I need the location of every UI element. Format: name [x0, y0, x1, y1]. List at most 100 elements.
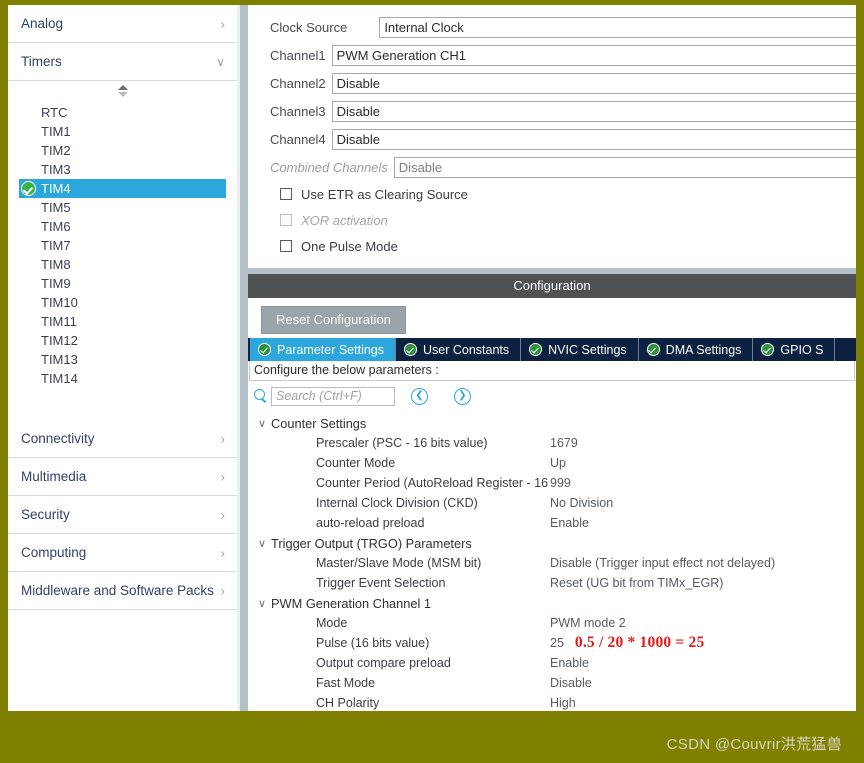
timer-item-rtc[interactable]: RTC: [8, 103, 237, 122]
timer-item-tim13[interactable]: TIM13: [8, 350, 237, 369]
sidebar-category-multimedia[interactable]: Multimedia ›: [8, 458, 237, 496]
param-value[interactable]: Up: [550, 456, 566, 470]
component-main-panel: Clock Source Internal Clock Channel1 PWM Ge…: [248, 5, 856, 711]
param-name: Prescaler (PSC - 16 bits value): [316, 436, 488, 450]
splitter-handle[interactable]: [240, 5, 248, 711]
chevron-right-icon[interactable]: ›: [221, 432, 225, 445]
mode-row-select-channel3[interactable]: Disable: [331, 100, 856, 122]
timer-item-tim8[interactable]: TIM8: [8, 255, 237, 274]
checkbox-row-one-pulse-mode[interactable]: One Pulse Mode: [248, 233, 856, 259]
chevron-down-icon[interactable]: ∨: [258, 537, 271, 550]
param-name: Pulse (16 bits value): [316, 636, 430, 650]
timer-item-tim2[interactable]: TIM2: [8, 141, 237, 160]
timer-item-tim9[interactable]: TIM9: [8, 274, 237, 293]
param-group-pwm-generation-channel-1[interactable]: ∨ PWM Generation Channel 1: [248, 593, 856, 613]
param-row-pulse-16-bits-value[interactable]: Pulse (16 bits value) 25 0.5 / 20 * 1000 =…: [248, 633, 856, 653]
tab-gpio-s[interactable]: GPIO S: [753, 338, 836, 361]
checkbox-use-etr-as-clearing-source[interactable]: [280, 188, 292, 200]
tab-nvic-settings[interactable]: NVIC Settings: [521, 338, 639, 361]
app-root: Analog › Timers ∨ RTC TIM1 TIM2 TIM3 TIM4 TIM5 TI…: [0, 0, 864, 763]
search-prev-button[interactable]: ❮: [411, 387, 428, 405]
chevron-right-icon[interactable]: ›: [221, 584, 225, 597]
mode-row-select-channel2[interactable]: Disable: [331, 72, 856, 94]
timer-item-label: TIM7: [41, 238, 71, 253]
param-name: Internal Clock Division (CKD): [316, 496, 478, 510]
param-value[interactable]: 1679: [550, 436, 578, 450]
param-row-counter-period-autoreload-register-16-bits-val[interactable]: Counter Period (AutoReload Register - 16…: [248, 473, 856, 493]
mode-row-clock-source: Clock Source Internal Clock: [248, 13, 856, 41]
sidebar-category-label: Connectivity: [21, 431, 95, 446]
param-group-counter-settings[interactable]: ∨ Counter Settings: [248, 413, 856, 433]
param-row-prescaler-psc-16-bits-value[interactable]: Prescaler (PSC - 16 bits value) 1679: [248, 433, 856, 453]
timer-item-tim10[interactable]: TIM10: [8, 293, 237, 312]
chevron-right-icon[interactable]: ›: [221, 508, 225, 521]
param-value[interactable]: PWM mode 2: [550, 616, 626, 630]
sidebar-category-label: Computing: [21, 545, 87, 560]
param-value[interactable]: Reset (UG bit from TIMx_EGR): [550, 576, 723, 590]
mode-row-label: Channel2: [270, 75, 326, 91]
tab-user-constants[interactable]: User Constants: [396, 338, 522, 361]
chevron-right-icon[interactable]: ›: [221, 470, 225, 483]
param-name: auto-reload preload: [316, 516, 425, 530]
param-group-trigger-output-trgo-parameters[interactable]: ∨ Trigger Output (TRGO) Parameters: [248, 533, 856, 553]
param-value[interactable]: Disable (Trigger input effect not delaye…: [550, 556, 775, 570]
param-value[interactable]: No Division: [550, 496, 613, 510]
timer-item-label: TIM5: [41, 200, 71, 215]
tab-dma-settings[interactable]: DMA Settings: [638, 338, 754, 361]
mode-row-select-channel4[interactable]: Disable: [331, 128, 856, 150]
param-value[interactable]: Disable: [550, 676, 592, 690]
mode-row-select-clock-source[interactable]: Internal Clock: [379, 16, 856, 38]
sidebar-category-analog[interactable]: Analog ›: [8, 5, 237, 43]
timer-item-tim14[interactable]: TIM14: [8, 369, 237, 388]
sidebar-category-connectivity[interactable]: Connectivity ›: [8, 420, 237, 458]
chevron-right-icon[interactable]: ›: [221, 17, 225, 30]
param-row-internal-clock-division-ckd[interactable]: Internal Clock Division (CKD) No Division: [248, 493, 856, 513]
timer-item-tim7[interactable]: TIM7: [8, 236, 237, 255]
mode-row-select-channel1[interactable]: PWM Generation CH1: [331, 44, 856, 66]
chevron-down-icon[interactable]: ∨: [216, 56, 225, 68]
sidebar-category-middleware-and-software-packs[interactable]: Middleware and Software Packs ›: [8, 572, 237, 610]
param-row-fast-mode[interactable]: Fast Mode Disable: [248, 673, 856, 693]
chevron-right-icon[interactable]: ›: [221, 546, 225, 559]
param-row-master-slave-mode-msm-bit[interactable]: Master/Slave Mode (MSM bit) Disable (Trig…: [248, 553, 856, 573]
param-row-trigger-event-selection[interactable]: Trigger Event Selection Reset (UG bit fro…: [248, 573, 856, 593]
param-row-counter-mode[interactable]: Counter Mode Up: [248, 453, 856, 473]
search-input[interactable]: Search (Ctrl+F): [271, 386, 395, 406]
search-next-button[interactable]: ❯: [454, 387, 471, 405]
timer-item-tim3[interactable]: TIM3: [8, 160, 237, 179]
checkbox-row-use-etr-as-clearing-source[interactable]: Use ETR as Clearing Source: [248, 181, 856, 207]
timer-item-tim4[interactable]: TIM4: [19, 179, 226, 198]
param-value[interactable]: Enable: [550, 656, 589, 670]
reset-configuration-button[interactable]: Reset Configuration: [261, 306, 406, 334]
param-row-output-compare-preload[interactable]: Output compare preload Enable: [248, 653, 856, 673]
tab-parameter-settings[interactable]: Parameter Settings: [250, 338, 396, 361]
timer-item-tim11[interactable]: TIM11: [8, 312, 237, 331]
panel-splitter[interactable]: [237, 5, 248, 711]
timer-list-scroll-spinner[interactable]: [8, 81, 237, 99]
spinner-down-arrow-icon[interactable]: [118, 92, 128, 97]
param-value[interactable]: 999: [550, 476, 571, 490]
scroll-spinner-icon[interactable]: [116, 85, 130, 97]
timer-item-tim5[interactable]: TIM5: [8, 198, 237, 217]
param-row-mode[interactable]: Mode PWM mode 2: [248, 613, 856, 633]
tab-label: User Constants: [423, 342, 510, 357]
sidebar-category-security[interactable]: Security ›: [8, 496, 237, 534]
checkbox-label: One Pulse Mode: [301, 238, 398, 254]
chevron-down-icon[interactable]: ∨: [258, 597, 271, 610]
spinner-up-arrow-icon[interactable]: [118, 85, 128, 90]
sidebar-category-computing[interactable]: Computing ›: [8, 534, 237, 572]
mode-row-label: Channel1: [270, 47, 326, 63]
param-row-ch-polarity[interactable]: CH Polarity High: [248, 693, 856, 711]
checkbox-one-pulse-mode[interactable]: [280, 240, 292, 252]
chevron-down-icon[interactable]: ∨: [258, 417, 271, 430]
timer-item-tim6[interactable]: TIM6: [8, 217, 237, 236]
timer-item-tim12[interactable]: TIM12: [8, 331, 237, 350]
param-value[interactable]: Enable: [550, 516, 589, 530]
param-row-auto-reload-preload[interactable]: auto-reload preload Enable: [248, 513, 856, 533]
param-value[interactable]: 25: [550, 636, 564, 650]
timer-item-tim1[interactable]: TIM1: [8, 122, 237, 141]
timer-list: RTC TIM1 TIM2 TIM3 TIM4 TIM5 TIM6 TIM7 TIM8 TIM9 T…: [8, 99, 237, 388]
sidebar-category-timers[interactable]: Timers ∨: [8, 43, 237, 81]
mode-row-label: Combined Channels: [270, 159, 388, 175]
param-value[interactable]: High: [550, 696, 576, 710]
